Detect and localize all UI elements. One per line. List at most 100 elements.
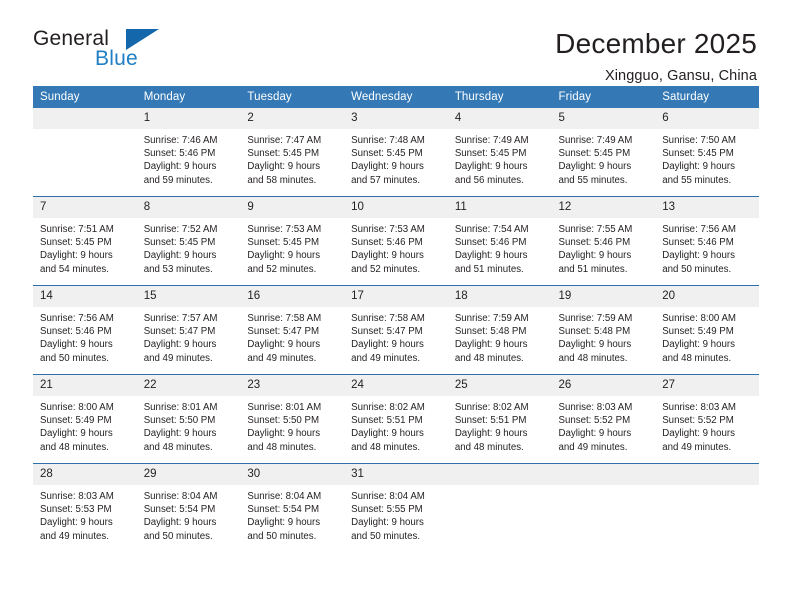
calendar-day-cell[interactable]: 31 Sunrise: 8:04 AM Sunset: 5:55 PM Dayligh…: [344, 463, 448, 552]
daylight-duration-line2: and 57 minutes.: [351, 174, 421, 186]
calendar-day-cell[interactable]: 10 Sunrise: 7:53 AM Sunset: 5:46 PM Dayligh…: [344, 196, 448, 286]
day-details: Sunrise: 7:56 AM Sunset: 5:46 PM Daylight:…: [655, 218, 759, 276]
calendar-day-cell[interactable]: 9 Sunrise: 7:53 AM Sunset: 5:45 PM Daylight…: [240, 196, 345, 286]
calendar-week-row: 21 Sunrise: 8:00 AM Sunset: 5:49 PM Dayligh…: [33, 374, 759, 464]
daylight-duration-line1: Daylight: 9 hours: [143, 250, 217, 262]
day-details: Sunrise: 7:50 AM Sunset: 5:45 PM Daylight:…: [655, 129, 759, 187]
calendar-day-cell[interactable]: 25 Sunrise: 8:02 AM Sunset: 5:51 PM Dayligh…: [447, 374, 552, 464]
daylight-duration-line1: Daylight: 9 hours: [40, 339, 113, 351]
calendar-day-cell[interactable]: 8 Sunrise: 7:52 AM Sunset: 5:45 PM Daylight…: [136, 196, 241, 286]
calendar-day-cell[interactable]: 24 Sunrise: 8:02 AM Sunset: 5:51 PM Dayligh…: [344, 374, 448, 464]
calendar-day-cell[interactable]: 11 Sunrise: 7:54 AM Sunset: 5:46 PM Dayligh…: [447, 196, 552, 286]
calendar-day-cell[interactable]: 16 Sunrise: 7:58 AM Sunset: 5:47 PM Dayligh…: [240, 285, 345, 375]
daylight-duration-line1: Daylight: 9 hours: [351, 161, 424, 173]
daylight-duration-line2: and 49 minutes.: [40, 530, 109, 542]
calendar-day-cell[interactable]: 2 Sunrise: 7:47 AM Sunset: 5:45 PM Daylight…: [240, 108, 345, 197]
calendar-day-cell[interactable]: 21 Sunrise: 8:00 AM Sunset: 5:49 PM Dayligh…: [33, 374, 137, 464]
weekday-header-thursday: Thursday: [447, 86, 552, 108]
sunset-time: Sunset: 5:45 PM: [40, 237, 112, 249]
calendar-day-cell[interactable]: 5 Sunrise: 7:49 AM Sunset: 5:45 PM Daylight…: [551, 108, 656, 197]
sunrise-time: Sunrise: 7:56 AM: [40, 313, 114, 324]
sunset-time: Sunset: 5:47 PM: [351, 326, 423, 338]
calendar-day-cell[interactable]: 26 Sunrise: 8:03 AM Sunset: 5:52 PM Dayligh…: [551, 374, 656, 464]
sunset-time: Sunset: 5:46 PM: [662, 237, 734, 249]
calendar-day-cell-empty: [551, 463, 656, 552]
calendar-week-row: 14 Sunrise: 7:56 AM Sunset: 5:46 PM Dayligh…: [33, 285, 759, 375]
day-number: 23: [240, 375, 345, 396]
day-number: 17: [344, 286, 448, 307]
sunset-time: Sunset: 5:55 PM: [351, 504, 423, 516]
calendar-day-cell[interactable]: 28 Sunrise: 8:03 AM Sunset: 5:53 PM Dayligh…: [33, 463, 137, 552]
calendar-day-cell[interactable]: 22 Sunrise: 8:01 AM Sunset: 5:50 PM Dayligh…: [136, 374, 241, 464]
calendar-day-cell[interactable]: 23 Sunrise: 8:01 AM Sunset: 5:50 PM Dayligh…: [240, 374, 345, 464]
daylight-duration-line1: Daylight: 9 hours: [40, 250, 113, 262]
sunrise-time: Sunrise: 7:56 AM: [662, 224, 736, 235]
calendar-day-cell[interactable]: 18 Sunrise: 7:59 AM Sunset: 5:48 PM Dayligh…: [447, 285, 552, 375]
day-number: 16: [240, 286, 345, 307]
daylight-duration-line1: Daylight: 9 hours: [351, 517, 424, 529]
calendar-day-cell[interactable]: 29 Sunrise: 8:04 AM Sunset: 5:54 PM Dayligh…: [136, 463, 241, 552]
day-number: [551, 464, 656, 485]
daylight-duration-line1: Daylight: 9 hours: [247, 339, 321, 351]
general-blue-logo[interactable]: General Blue: [33, 28, 183, 76]
daylight-duration-line2: and 50 minutes.: [662, 263, 732, 275]
weekday-header-sunday: Sunday: [33, 86, 137, 108]
calendar-day-cell[interactable]: 1 Sunrise: 7:46 AM Sunset: 5:46 PM Daylight…: [136, 108, 241, 197]
sunset-time: Sunset: 5:50 PM: [143, 415, 216, 427]
day-number: 28: [33, 464, 137, 485]
title-block: December 2025 Xingguo, Gansu, China: [555, 28, 757, 86]
sunrise-time: Sunrise: 7:55 AM: [558, 224, 633, 235]
day-number: 4: [447, 108, 552, 129]
daylight-duration-line1: Daylight: 9 hours: [558, 339, 632, 351]
daylight-duration-line2: and 55 minutes.: [662, 174, 732, 186]
calendar-day-cell[interactable]: 20 Sunrise: 8:00 AM Sunset: 5:49 PM Dayligh…: [655, 285, 759, 375]
calendar-day-cell[interactable]: 6 Sunrise: 7:50 AM Sunset: 5:45 PM Daylight…: [655, 108, 759, 197]
calendar-day-cell[interactable]: 27 Sunrise: 8:03 AM Sunset: 5:52 PM Dayligh…: [655, 374, 759, 464]
sunrise-time: Sunrise: 8:01 AM: [143, 402, 218, 413]
day-details: Sunrise: 7:46 AM Sunset: 5:46 PM Daylight:…: [137, 129, 241, 187]
sunrise-time: Sunrise: 8:01 AM: [247, 402, 322, 413]
calendar-day-cell[interactable]: 19 Sunrise: 7:59 AM Sunset: 5:48 PM Dayligh…: [551, 285, 656, 375]
calendar-week-row: 1 Sunrise: 7:46 AM Sunset: 5:46 PM Daylight…: [33, 108, 759, 197]
sunrise-time: Sunrise: 8:04 AM: [351, 491, 425, 502]
calendar-day-cell[interactable]: 4 Sunrise: 7:49 AM Sunset: 5:45 PM Daylight…: [447, 108, 552, 197]
sunrise-time: Sunrise: 7:57 AM: [143, 313, 218, 324]
daylight-duration-line2: and 51 minutes.: [454, 263, 524, 275]
daylight-duration-line1: Daylight: 9 hours: [454, 428, 528, 440]
sunset-time: Sunset: 5:45 PM: [247, 148, 320, 160]
day-number: 12: [551, 197, 656, 218]
calendar-day-cell[interactable]: 14 Sunrise: 7:56 AM Sunset: 5:46 PM Dayligh…: [33, 285, 137, 375]
calendar-day-cell[interactable]: 30 Sunrise: 8:04 AM Sunset: 5:54 PM Dayligh…: [240, 463, 345, 552]
sunrise-time: Sunrise: 8:02 AM: [454, 402, 529, 413]
calendar-day-cell-empty: [655, 463, 759, 552]
sunset-time: Sunset: 5:51 PM: [454, 415, 527, 427]
calendar-day-cell[interactable]: 3 Sunrise: 7:48 AM Sunset: 5:45 PM Daylight…: [344, 108, 448, 197]
daylight-duration-line2: and 51 minutes.: [558, 263, 628, 275]
sunset-time: Sunset: 5:47 PM: [247, 326, 320, 338]
daylight-duration-line2: and 55 minutes.: [558, 174, 628, 186]
sunset-time: Sunset: 5:50 PM: [247, 415, 320, 427]
day-number: 22: [136, 375, 241, 396]
sunset-time: Sunset: 5:51 PM: [351, 415, 423, 427]
sunset-time: Sunset: 5:46 PM: [351, 237, 423, 249]
sunset-time: Sunset: 5:54 PM: [247, 504, 320, 516]
day-details: Sunrise: 7:55 AM Sunset: 5:46 PM Daylight:…: [552, 218, 656, 276]
calendar-day-cell[interactable]: 17 Sunrise: 7:58 AM Sunset: 5:47 PM Dayligh…: [344, 285, 448, 375]
calendar-day-cell[interactable]: 13 Sunrise: 7:56 AM Sunset: 5:46 PM Dayligh…: [655, 196, 759, 286]
daylight-duration-line1: Daylight: 9 hours: [40, 517, 113, 529]
sunset-time: Sunset: 5:45 PM: [351, 148, 423, 160]
daylight-duration-line2: and 52 minutes.: [247, 263, 317, 275]
daylight-duration-line2: and 54 minutes.: [40, 263, 109, 275]
day-number: 10: [344, 197, 448, 218]
day-details: Sunrise: 8:02 AM Sunset: 5:51 PM Daylight:…: [344, 396, 448, 454]
calendar-day-cell-empty: [33, 108, 137, 197]
day-details: Sunrise: 7:51 AM Sunset: 5:45 PM Daylight:…: [33, 218, 137, 276]
sunrise-time: Sunrise: 8:04 AM: [143, 491, 218, 502]
day-details: Sunrise: 7:59 AM Sunset: 5:48 PM Daylight:…: [448, 307, 552, 365]
daylight-duration-line1: Daylight: 9 hours: [558, 161, 632, 173]
calendar-day-cell[interactable]: 7 Sunrise: 7:51 AM Sunset: 5:45 PM Daylight…: [33, 196, 137, 286]
calendar-day-cell[interactable]: 15 Sunrise: 7:57 AM Sunset: 5:47 PM Dayligh…: [136, 285, 241, 375]
day-details: Sunrise: 8:03 AM Sunset: 5:52 PM Daylight:…: [655, 396, 759, 454]
day-details: Sunrise: 7:54 AM Sunset: 5:46 PM Daylight:…: [448, 218, 552, 276]
calendar-day-cell[interactable]: 12 Sunrise: 7:55 AM Sunset: 5:46 PM Dayligh…: [551, 196, 656, 286]
